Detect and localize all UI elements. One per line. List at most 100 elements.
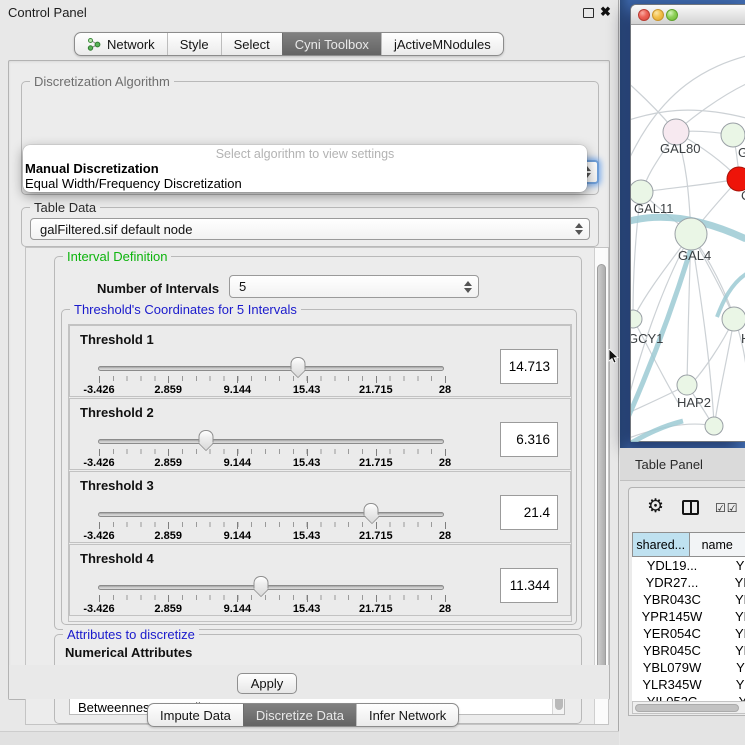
split-columns-icon[interactable] (682, 500, 699, 515)
tab-infer-network[interactable]: Infer Network (356, 704, 458, 726)
slider-thumb[interactable] (253, 576, 268, 589)
table-cell[interactable]: YIL0 (712, 693, 745, 701)
scale-label: 28 (439, 530, 451, 542)
table-row[interactable]: YBR043CYBR0 (632, 591, 745, 608)
numerical-attributes-label: Numerical Attributes (65, 645, 192, 660)
select-columns-icon[interactable]: ☑☑ (715, 501, 739, 515)
table-cell[interactable]: YLR3 (712, 676, 745, 693)
apply-button[interactable]: Apply (237, 673, 297, 694)
tab-network[interactable]: Network (75, 33, 167, 55)
scale-label: 21.715 (359, 384, 393, 396)
threshold-panel-1: Threshold 1 -3.4262.8599.14415.4321.7152… (69, 325, 571, 397)
close-icon[interactable]: ✖ (600, 4, 611, 20)
network-window-titlebar[interactable] (631, 5, 745, 25)
table-cell[interactable]: YBR0 (712, 591, 745, 608)
scale-label: 9.144 (224, 457, 252, 469)
network-canvas[interactable]: GAL80GACGAL11GAL4GCY1HHAP2 (631, 26, 745, 442)
threshold-label: Threshold 1 (80, 332, 154, 347)
threshold-slider[interactable] (98, 366, 444, 371)
scale-label: -3.426 (83, 457, 114, 469)
table-cell[interactable]: YBR045C (632, 642, 712, 659)
network-node-gcy1[interactable] (631, 310, 642, 328)
slider-thumb[interactable] (363, 503, 378, 516)
tab-impute-data[interactable]: Impute Data (148, 704, 243, 726)
network-node-hap2[interactable] (677, 375, 697, 395)
mouse-cursor (608, 349, 620, 365)
table-cell[interactable]: YBR043C (632, 591, 712, 608)
scale-label: 21.715 (359, 530, 393, 542)
table-header-row: shared... name (632, 532, 745, 557)
tab-select[interactable]: Select (221, 33, 282, 55)
table-row[interactable]: YIL052CYIL0 (632, 693, 745, 701)
table-row[interactable]: YDR27...YDR2 (632, 574, 745, 591)
slider-scale-labels: -3.4262.8599.14415.4321.71528 (99, 384, 445, 396)
table-cell[interactable]: YLR345W (632, 676, 712, 693)
cyni-toolbox-panel: Discretization Algorithm Select algorith… (8, 60, 610, 700)
threshold-slider[interactable] (98, 585, 444, 590)
table-row[interactable]: YBL079WYBL0 (632, 659, 745, 676)
table-row[interactable]: YBR045CYBR0 (632, 642, 745, 659)
close-traffic-light[interactable] (638, 9, 650, 21)
table-cell[interactable]: YIL052C (632, 693, 712, 701)
node-label: GA (738, 145, 745, 160)
threshold-panel-3: Threshold 3 -3.4262.8599.14415.4321.7152… (69, 471, 571, 543)
threshold-value-field[interactable]: 11.344 (500, 568, 558, 603)
slider-scale-labels: -3.4262.8599.14415.4321.71528 (99, 530, 445, 542)
threshold-slider[interactable] (98, 439, 444, 444)
table-toolbar: ⚙ ☑☑ (629, 488, 745, 530)
threshold-slider[interactable] (98, 512, 444, 517)
scale-label: 15.43 (293, 603, 321, 615)
table-cell[interactable]: YBL0 (712, 659, 745, 676)
table-cell[interactable]: YDL19... (632, 557, 712, 574)
slider-scale-labels: -3.4262.8599.14415.4321.71528 (99, 457, 445, 469)
table-cell[interactable]: YPR145W (632, 608, 712, 625)
table-cell[interactable]: YDL1 (712, 557, 745, 574)
scale-label: 2.859 (154, 530, 182, 542)
table-cell[interactable]: YER0 (712, 625, 745, 642)
algorithm-placeholder-option[interactable]: Select algorithm to view settings (23, 147, 587, 161)
column-header-name[interactable]: name (689, 532, 745, 557)
table-cell[interactable]: YER054C (632, 625, 712, 642)
table-data-combobox[interactable]: galFiltered.sif default node (30, 218, 590, 240)
table-cell[interactable]: YBR0 (712, 642, 745, 659)
table-row[interactable]: YER054CYER0 (632, 625, 745, 642)
network-node-gal4[interactable] (675, 218, 707, 250)
zoom-traffic-light[interactable] (666, 9, 678, 21)
settings-vertical-scrollbar[interactable] (594, 248, 608, 724)
tab-discretize-data[interactable]: Discretize Data (243, 704, 356, 726)
table-row[interactable]: YLR345WYLR3 (632, 676, 745, 693)
table-cell[interactable]: YDR27... (632, 574, 712, 591)
threshold-value-field[interactable]: 21.4 (500, 495, 558, 530)
scale-label: 2.859 (154, 384, 182, 396)
network-node-h[interactable] (722, 307, 745, 331)
table-cell[interactable]: YBL079W (632, 659, 712, 676)
slider-thumb[interactable] (198, 430, 213, 443)
slider-thumb[interactable] (290, 357, 305, 370)
column-header-shared-name[interactable]: shared... (632, 532, 690, 557)
tab-label: Cyni Toolbox (295, 37, 369, 52)
scale-label: 28 (439, 384, 451, 396)
scale-label: 28 (439, 603, 451, 615)
tab-label: Style (180, 37, 209, 52)
apply-bar: Apply (9, 665, 609, 699)
tab-jactivemnodules[interactable]: jActiveMNodules (381, 33, 503, 55)
tab-cyni-toolbox[interactable]: Cyni Toolbox (282, 33, 381, 55)
table-horizontal-scrollbar[interactable] (632, 701, 745, 714)
tab-style[interactable]: Style (167, 33, 221, 55)
algorithm-option-manual[interactable]: Manual Discretization (23, 161, 587, 176)
float-window-icon[interactable] (583, 8, 594, 18)
gear-icon[interactable]: ⚙ (647, 495, 664, 518)
threshold-value-field[interactable]: 6.316 (500, 422, 558, 457)
bottom-strip (0, 731, 619, 745)
minimize-traffic-light[interactable] (652, 9, 664, 21)
table-row[interactable]: YDL19...YDL1 (632, 557, 745, 574)
threshold-value-field[interactable]: 14.713 (500, 349, 558, 384)
network-node[interactable] (705, 417, 723, 435)
table-cell[interactable]: YDR2 (712, 574, 745, 591)
table-row[interactable]: YPR145WYPR1 (632, 608, 745, 625)
network-node-ga[interactable] (721, 123, 745, 147)
table-cell[interactable]: YPR1 (712, 608, 745, 625)
algorithm-option-equal-width[interactable]: Equal Width/Frequency Discretization (23, 176, 587, 191)
number-of-intervals-combobox[interactable]: 5 (229, 275, 479, 298)
tab-label: jActiveMNodules (394, 37, 491, 52)
